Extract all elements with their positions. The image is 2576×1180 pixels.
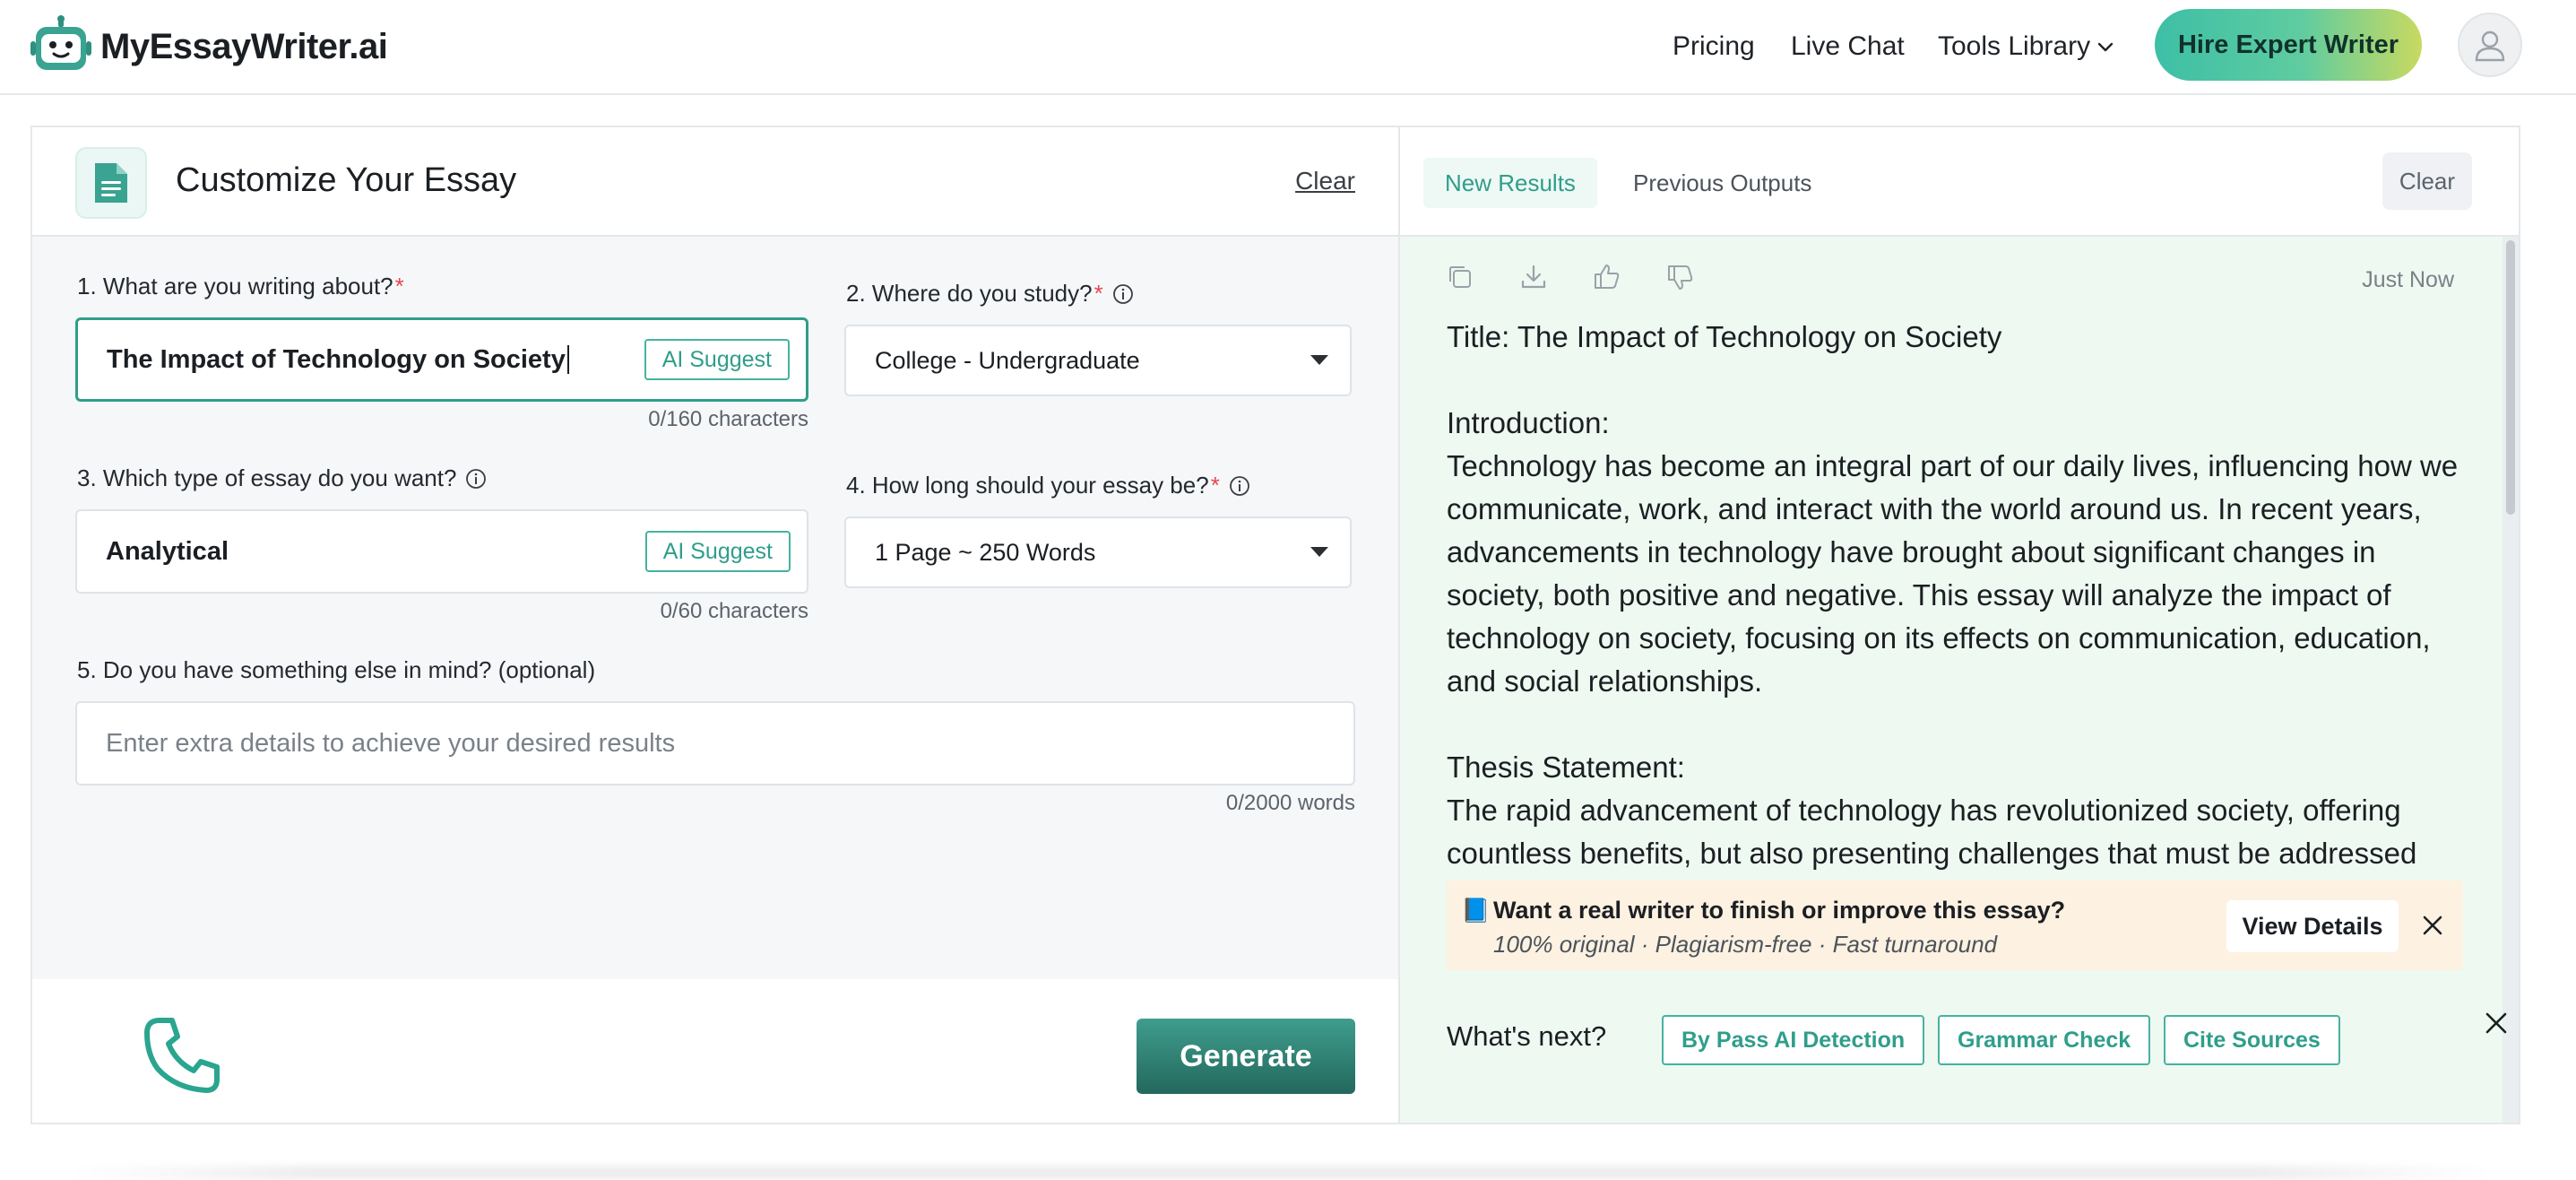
info-icon[interactable]: [1112, 283, 1134, 305]
close-icon[interactable]: [2485, 1011, 2508, 1035]
document-icon: [95, 163, 127, 203]
essay-intro-heading: Introduction:: [1447, 406, 1610, 439]
essay-length-select[interactable]: 1 Page ~ 250 Words: [844, 516, 1352, 588]
top-navbar: MyEssayWriter.ai Pricing Live Chat Tools…: [0, 0, 2576, 95]
view-details-button[interactable]: View Details: [2226, 900, 2399, 952]
essay-form: 1. What are you writing about? * The Imp…: [32, 237, 1398, 979]
tab-new-results[interactable]: New Results: [1423, 158, 1597, 208]
dropdown-arrow-icon: [1310, 547, 1328, 557]
topic-label: 1. What are you writing about? *: [77, 273, 404, 300]
phone-icon[interactable]: [140, 1011, 226, 1098]
customize-header: Customize Your Essay Clear: [32, 127, 1398, 237]
essay-thesis-body: The rapid advancement of technology has …: [1447, 794, 2417, 870]
customize-title: Customize Your Essay: [176, 161, 517, 199]
copy-icon[interactable]: [1445, 262, 1475, 292]
extra-details-counter: 0/2000 words: [1225, 791, 1355, 815]
info-icon[interactable]: [465, 468, 487, 490]
user-icon: [2475, 30, 2505, 62]
form-clear-link[interactable]: Clear: [1295, 167, 1355, 195]
grammar-check-button[interactable]: Grammar Check: [1938, 1015, 2151, 1065]
thumbs-down-icon[interactable]: [1665, 262, 1696, 292]
chevron-down-icon: [2097, 42, 2114, 52]
study-level-select[interactable]: College - Undergraduate: [844, 325, 1352, 396]
essay-title-line: Title: The Impact of Technology on Socie…: [1447, 320, 2002, 353]
topic-input-value: The Impact of Technology on Society: [107, 344, 566, 374]
required-mark: *: [1094, 280, 1103, 307]
form-footer: Generate: [32, 979, 1398, 1123]
thumbs-up-icon[interactable]: [1592, 262, 1622, 292]
promo-subtitle: 100% original · Plagiarism-free · Fast t…: [1493, 931, 1998, 958]
required-mark: *: [1210, 472, 1220, 499]
text-caret: [566, 345, 569, 374]
brand-logo[interactable]: MyEssayWriter.ai: [29, 13, 388, 81]
document-icon-box: [75, 147, 147, 219]
scrollbar-thumb[interactable]: [2506, 240, 2515, 515]
essay-type-ai-suggest-button[interactable]: AI Suggest: [644, 531, 791, 572]
page-bottom-shadow: [72, 1166, 2492, 1180]
study-level-label: 2. Where do you study? *: [846, 280, 1134, 308]
topic-input-value-wrap: The Impact of Technology on Society: [107, 320, 569, 399]
topic-counter: 0/160 characters: [648, 407, 808, 431]
required-mark: *: [394, 273, 404, 299]
nav-live-chat-link[interactable]: Live Chat: [1791, 27, 1905, 66]
results-header: New Results Previous Outputs Clear: [1400, 127, 2519, 237]
promo-title: Want a real writer to finish or improve …: [1493, 897, 2066, 924]
essay-length-label-text: 4. How long should your essay be?: [846, 472, 1209, 499]
essay-intro-body: Technology has become an integral part o…: [1447, 449, 2459, 698]
extra-details-label-text: 5. Do you have something else in mind? (…: [77, 656, 596, 683]
bypass-ai-detection-button[interactable]: By Pass AI Detection: [1662, 1015, 1925, 1065]
user-avatar[interactable]: [2458, 13, 2522, 77]
essay-type-counter: 0/60 characters: [660, 599, 808, 623]
results-scrollbar[interactable]: [2503, 237, 2519, 1123]
info-icon[interactable]: [1229, 475, 1250, 497]
nav-tools-library-label: Tools Library: [1938, 31, 2091, 61]
cite-sources-button[interactable]: Cite Sources: [2164, 1015, 2340, 1065]
tab-previous-outputs[interactable]: Previous Outputs: [1612, 158, 1833, 208]
whats-next-label: What's next?: [1447, 1020, 1607, 1052]
generate-button[interactable]: Generate: [1137, 1019, 1355, 1094]
extra-details-placeholder: Enter extra details to achieve your desi…: [106, 728, 676, 758]
hire-expert-writer-button[interactable]: Hire Expert Writer: [2155, 9, 2422, 81]
topic-label-text: 1. What are you writing about?: [77, 273, 393, 299]
extra-details-label: 5. Do you have something else in mind? (…: [77, 656, 595, 684]
essay-type-label: 3. Which type of essay do you want?: [77, 464, 487, 492]
dropdown-arrow-icon: [1310, 355, 1328, 365]
essay-length-selected: 1 Page ~ 250 Words: [875, 538, 1096, 566]
essay-type-value: Analytical: [106, 536, 229, 566]
download-icon[interactable]: [1518, 262, 1549, 292]
essay-thesis-heading: Thesis Statement:: [1447, 751, 1685, 784]
result-toolbar: [1445, 262, 1696, 292]
essay-length-label: 4. How long should your essay be? *: [846, 472, 1250, 499]
brand-name: MyEssayWriter.ai: [100, 26, 388, 66]
study-level-label-text: 2. Where do you study?: [846, 280, 1093, 307]
essay-type-label-text: 3. Which type of essay do you want?: [77, 464, 457, 491]
essay-generator-panel: Customize Your Essay Clear 1. What are y…: [30, 126, 2520, 1124]
topic-input[interactable]: The Impact of Technology on Society AI S…: [75, 317, 808, 402]
results-clear-button[interactable]: Clear: [2382, 152, 2472, 210]
extra-details-input[interactable]: Enter extra details to achieve your desi…: [75, 701, 1355, 785]
study-level-selected: College - Undergraduate: [875, 346, 1140, 374]
results-section: New Results Previous Outputs Clear Just …: [1400, 127, 2519, 1123]
customize-essay-section: Customize Your Essay Clear 1. What are y…: [32, 127, 1400, 1123]
hire-writer-promo: 📘 Want a real writer to finish or improv…: [1447, 881, 2463, 970]
result-timestamp: Just Now: [2362, 267, 2454, 292]
nav-pricing-link[interactable]: Pricing: [1673, 27, 1755, 66]
essay-type-input[interactable]: Analytical AI Suggest: [75, 509, 808, 594]
topic-ai-suggest-button[interactable]: AI Suggest: [644, 339, 790, 380]
book-icon: 📘: [1461, 897, 1491, 924]
close-icon[interactable]: [2422, 915, 2443, 936]
robot-logo-icon: [30, 15, 91, 70]
nav-tools-library-dropdown[interactable]: Tools Library: [1938, 27, 2115, 66]
